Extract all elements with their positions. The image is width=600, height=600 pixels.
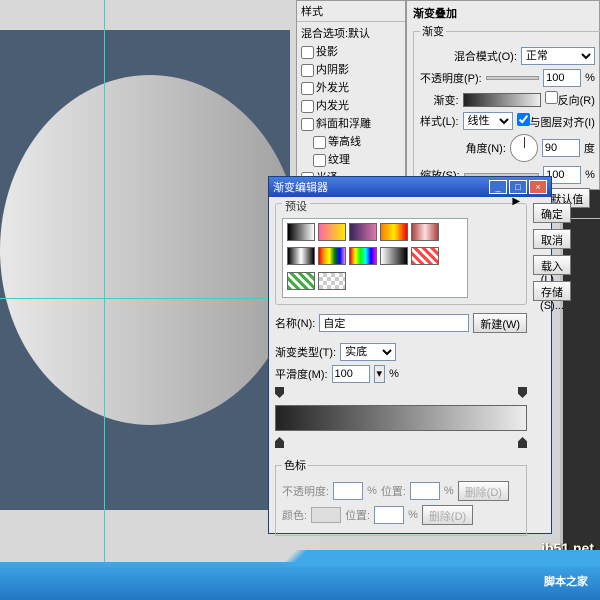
stops-group: 色标 不透明度: % 位置: % 删除(D) 颜色: 位置: % 删除(D) <box>275 457 527 536</box>
new-button[interactable]: 新建(W) <box>473 313 527 333</box>
checkbox[interactable] <box>517 113 530 126</box>
name-label: 名称(N): <box>275 315 315 331</box>
cancel-button[interactable]: 取消 <box>533 229 571 249</box>
checkbox[interactable] <box>301 64 314 77</box>
presets-group: 预设 ▶ <box>275 203 527 305</box>
minimize-icon[interactable]: _ <box>489 180 507 194</box>
style-default-row[interactable]: 混合选项:默认 <box>301 24 401 42</box>
overlay-title: 渐变叠加 <box>413 5 593 21</box>
angle-input[interactable] <box>542 139 580 157</box>
preset-swatch[interactable] <box>318 272 346 290</box>
checkbox[interactable] <box>301 46 314 59</box>
gradient-preview[interactable] <box>463 93 541 107</box>
stop-pos-label: 位置: <box>381 483 406 499</box>
checkbox[interactable] <box>313 154 326 167</box>
angle-label: 角度(N): <box>466 140 506 156</box>
dialog-titlebar[interactable]: 渐变编辑器 _ □ × <box>269 177 551 197</box>
opacity-label: 不透明度(P): <box>420 70 482 86</box>
preset-swatch[interactable] <box>287 272 315 290</box>
stop-opacity-input <box>333 482 363 500</box>
presets-label: 预设 <box>282 201 310 213</box>
preset-swatch[interactable] <box>287 223 315 241</box>
color-stop-track[interactable] <box>275 437 527 449</box>
pct-label: % <box>585 72 595 84</box>
save-button[interactable]: 存储(S)... <box>533 281 571 301</box>
stops-legend: 色标 <box>282 457 308 473</box>
checkbox[interactable] <box>545 91 558 104</box>
opacity-stop[interactable] <box>275 387 284 398</box>
maximize-icon[interactable]: □ <box>509 180 527 194</box>
color-stop[interactable] <box>275 437 284 448</box>
ok-button[interactable]: 确定 <box>533 203 571 223</box>
style-item-outer-glow[interactable]: 外发光 <box>301 78 401 96</box>
gradient-label: 渐变: <box>434 92 459 108</box>
preset-swatch[interactable] <box>380 247 408 265</box>
blend-mode-label: 混合模式(O): <box>454 48 517 64</box>
stop-pos2-input <box>374 506 404 524</box>
ellipse-shape <box>0 75 300 425</box>
stop-opacity-label: 不透明度: <box>282 483 329 499</box>
smoothness-input[interactable] <box>332 365 370 383</box>
preset-swatch[interactable] <box>411 223 439 241</box>
preset-swatch[interactable] <box>318 223 346 241</box>
stop-pos-input <box>410 482 440 500</box>
opacity-slider[interactable] <box>486 76 539 80</box>
delete-stop-button: 删除(D) <box>422 505 473 525</box>
layer-style-list: 样式 混合选项:默认 投影 内阴影 外发光 内发光 斜面和浮雕 等高线 纹理 光… <box>296 0 406 190</box>
style-list-header: 样式 <box>297 1 405 22</box>
close-icon[interactable]: × <box>529 180 547 194</box>
style-item-texture[interactable]: 纹理 <box>301 150 401 168</box>
presets-menu-icon[interactable]: ▶ <box>512 196 520 207</box>
style-item-contour[interactable]: 等高线 <box>301 132 401 150</box>
deg-label: 度 <box>584 140 595 156</box>
gradient-overlay-panel: 渐变叠加 渐变 混合模式(O): 正常 不透明度(P): % 渐变: 反向(R)… <box>406 0 600 190</box>
gradient-editor-dialog: 渐变编辑器 _ □ × 预设 ▶ <box>268 176 552 534</box>
style-item-inner-shadow[interactable]: 内阴影 <box>301 60 401 78</box>
preset-swatch[interactable] <box>318 247 346 265</box>
stop-color-label: 颜色: <box>282 507 307 523</box>
color-stop[interactable] <box>518 437 527 448</box>
page-footer: 脚本之家 <box>0 562 600 600</box>
opacity-input[interactable] <box>543 69 581 87</box>
gradient-name-input[interactable] <box>319 314 469 332</box>
angle-dial[interactable] <box>510 134 538 162</box>
pct-label: % <box>585 169 595 181</box>
checkbox[interactable] <box>301 100 314 113</box>
preset-swatch[interactable] <box>380 223 408 241</box>
checkbox[interactable] <box>313 136 326 149</box>
gradient-type-select[interactable]: 实底 <box>340 343 396 361</box>
style-label: 样式(L): <box>420 113 459 129</box>
preset-swatch[interactable] <box>287 247 315 265</box>
style-item-drop-shadow[interactable]: 投影 <box>301 42 401 60</box>
gradient-bar-editor[interactable] <box>275 405 527 431</box>
checkbox[interactable] <box>301 118 314 131</box>
style-item-inner-glow[interactable]: 内发光 <box>301 96 401 114</box>
stop-color-swatch <box>311 507 341 523</box>
delete-stop-button: 删除(D) <box>458 481 509 501</box>
reverse-check[interactable]: 反向(R) <box>545 91 595 108</box>
footer-text: 脚本之家 <box>544 573 588 589</box>
load-button[interactable]: 载入(L)... <box>533 255 571 275</box>
presets-grid <box>282 218 468 298</box>
preset-swatch[interactable] <box>349 223 377 241</box>
dialog-title: 渐变编辑器 <box>273 179 487 195</box>
opacity-stop[interactable] <box>518 387 527 398</box>
dropdown-icon[interactable]: ▾ <box>374 365 386 383</box>
pct-label: % <box>389 368 399 380</box>
style-item-bevel[interactable]: 斜面和浮雕 <box>301 114 401 132</box>
guide-vertical <box>104 0 105 600</box>
style-select[interactable]: 线性 <box>463 112 513 130</box>
checkbox[interactable] <box>301 82 314 95</box>
stop-pos2-label: 位置: <box>345 507 370 523</box>
gradient-type-label: 渐变类型(T): <box>275 344 336 360</box>
overlay-group-label: 渐变 <box>420 23 446 39</box>
smoothness-label: 平滑度(M): <box>275 366 328 382</box>
preset-swatch[interactable] <box>411 247 439 265</box>
preset-swatch[interactable] <box>349 247 377 265</box>
opacity-stop-track[interactable] <box>275 387 527 399</box>
align-check[interactable]: 与图层对齐(I) <box>517 113 595 130</box>
blend-mode-select[interactable]: 正常 <box>521 47 595 65</box>
